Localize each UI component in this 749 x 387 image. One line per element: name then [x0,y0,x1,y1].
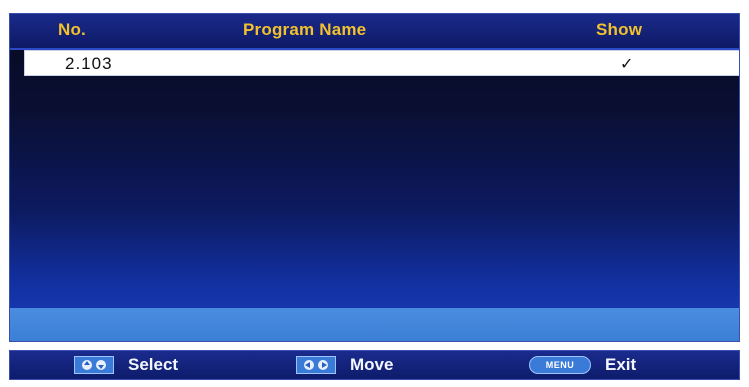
table-header: No. Program Name Show [10,14,739,50]
left-right-arrows-icon [296,356,336,374]
status-strip [10,308,739,341]
move-label: Move [350,355,394,374]
move-hint: Move [296,354,393,376]
column-header-no: No. [58,20,86,39]
exit-label: Exit [605,355,637,374]
table-row[interactable]: 2.103 ✓ [24,50,739,76]
footer-hint-bar: Select Move MENU Exit [9,350,740,380]
column-header-program-name: Program Name [243,20,367,39]
column-header-show: Show [596,20,643,39]
channel-list-panel: No. Program Name Show 2.103 ✓ [9,13,740,342]
select-label: Select [128,355,179,374]
row-channel-number: 2.103 [65,54,113,73]
select-hint: Select [74,354,178,376]
menu-key-icon: MENU [529,356,591,374]
up-down-arrows-icon [74,356,114,374]
row-show-checkmark[interactable]: ✓ [620,54,633,74]
exit-hint: MENU Exit [529,354,636,376]
